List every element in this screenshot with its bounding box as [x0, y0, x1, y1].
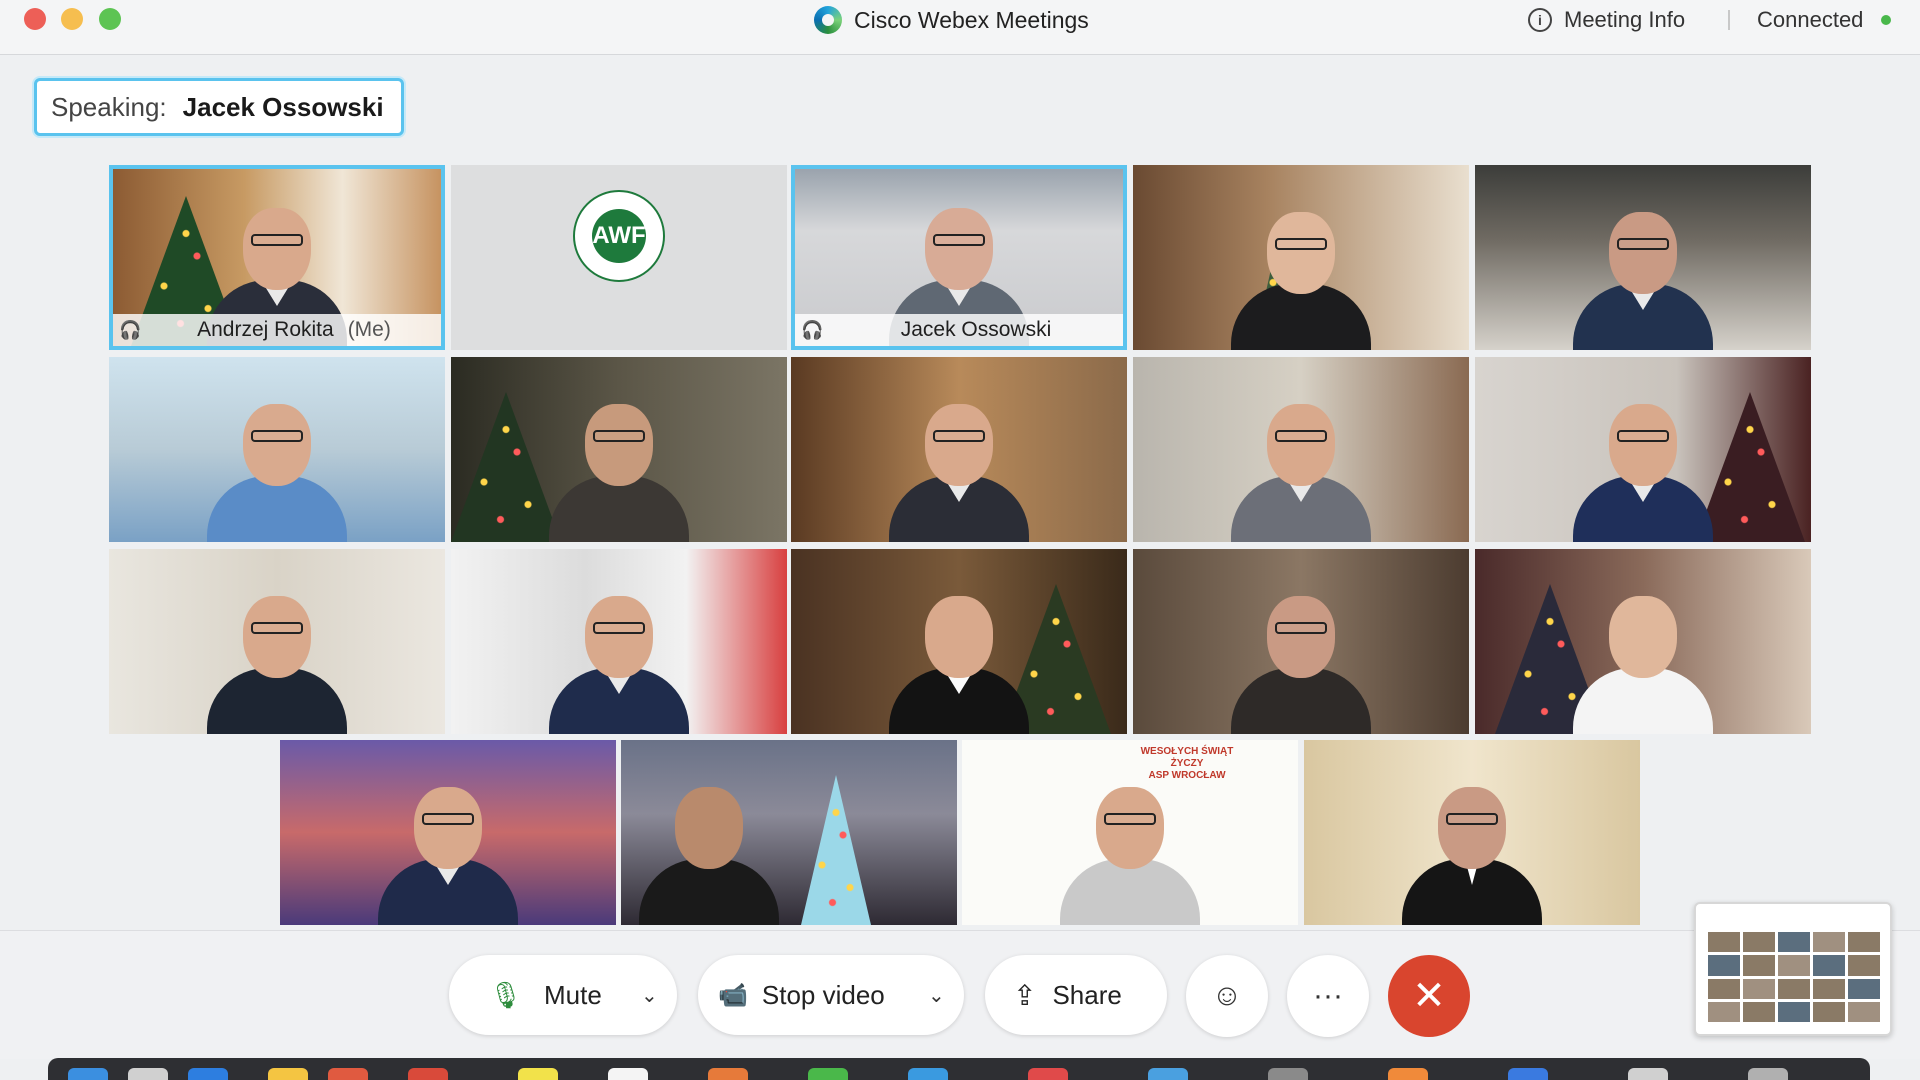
- reactions-button[interactable]: ☺: [1186, 955, 1268, 1037]
- chevron-down-icon[interactable]: ⌄: [641, 983, 658, 1008]
- dock-app-icon[interactable]: [908, 1068, 948, 1080]
- dock-app-icon[interactable]: [708, 1068, 748, 1080]
- share-button[interactable]: ⇪ Share: [985, 955, 1167, 1035]
- video-tile[interactable]: [621, 740, 957, 925]
- greeting-line-1: WESOŁYCH ŚWIĄT: [1140, 746, 1234, 757]
- stop-video-label: Stop video: [761, 979, 885, 1010]
- headset-icon: 🎧: [801, 319, 824, 340]
- greeting-line-2: ŻYCZY: [1170, 758, 1204, 769]
- window-close-button[interactable]: [24, 8, 46, 30]
- headset-icon: 🎧: [119, 319, 142, 340]
- share-upload-icon: ⇪: [1013, 979, 1037, 1011]
- dock-app-icon[interactable]: [1508, 1068, 1548, 1080]
- meeting-info-button[interactable]: i Meeting Info: [1528, 6, 1685, 34]
- meeting-control-bar: 🎙 Mute ⌄ 📹 Stop video ⌄ ⇪ Share ☺ ··· ✕: [0, 930, 1920, 1059]
- speaking-name: Jacek Ossowski: [182, 91, 384, 122]
- video-tile[interactable]: [1475, 549, 1811, 734]
- video-tile[interactable]: [791, 357, 1127, 542]
- dock-app-icon[interactable]: [128, 1068, 168, 1080]
- dock-app-icon[interactable]: [408, 1068, 448, 1080]
- more-options-button[interactable]: ···: [1287, 955, 1369, 1037]
- macos-dock: [48, 1058, 1870, 1080]
- video-tile[interactable]: [1475, 165, 1811, 350]
- video-tile[interactable]: [1133, 357, 1469, 542]
- window-minimize-button[interactable]: [61, 8, 83, 30]
- video-tile-logo[interactable]: AWF: [451, 165, 787, 350]
- share-label: Share: [1052, 979, 1122, 1010]
- close-x-icon: ✕: [1412, 974, 1446, 1018]
- mute-label: Mute: [544, 979, 602, 1010]
- end-meeting-button[interactable]: ✕: [1388, 955, 1470, 1037]
- dock-app-icon[interactable]: [1388, 1068, 1428, 1080]
- tile-name-label: 🎧 Andrzej Rokita (Me): [113, 314, 441, 346]
- video-tile[interactable]: [1133, 549, 1469, 734]
- window-maximize-button[interactable]: [99, 8, 121, 30]
- video-tile[interactable]: [1475, 357, 1811, 542]
- dock-app-icon[interactable]: [1148, 1068, 1188, 1080]
- active-speaker-banner: Speaking: Jacek Ossowski: [34, 78, 404, 136]
- speaking-prefix: Speaking:: [51, 91, 167, 122]
- dock-app-icon[interactable]: [188, 1068, 228, 1080]
- dock-app-icon[interactable]: [1748, 1068, 1788, 1080]
- dock-app-icon[interactable]: [1268, 1068, 1308, 1080]
- title-bar: Cisco Webex Meetings i Meeting Info Conn…: [0, 0, 1920, 55]
- self-view-thumbnail[interactable]: [1694, 902, 1892, 1036]
- dock-app-icon[interactable]: [1028, 1068, 1068, 1080]
- dock-app-icon[interactable]: [68, 1068, 108, 1080]
- microphone-icon: 🎙: [489, 979, 523, 1010]
- meeting-info-label: Meeting Info: [1564, 7, 1686, 32]
- video-tile-jacek-ossowski[interactable]: 🎧 Jacek Ossowski: [791, 165, 1127, 350]
- video-tile[interactable]: [451, 549, 787, 734]
- chevron-down-icon[interactable]: ⌄: [928, 983, 945, 1008]
- app-title-text: Cisco Webex Meetings: [854, 6, 1089, 33]
- video-tile[interactable]: [1304, 740, 1640, 925]
- participant-name: Andrzej Rokita: [197, 318, 334, 341]
- connection-status-dot: [1881, 15, 1892, 25]
- tile-name-label: 🎧 Jacek Ossowski: [795, 314, 1123, 346]
- dock-app-icon[interactable]: [608, 1068, 648, 1080]
- connection-status-text: Connected: [1757, 7, 1864, 32]
- app-title: Cisco Webex Meetings: [814, 6, 1089, 34]
- video-tile[interactable]: [109, 549, 445, 734]
- dock-app-icon[interactable]: [518, 1068, 558, 1080]
- video-tile-andrzej-rokita[interactable]: 🎧 Andrzej Rokita (Me): [109, 165, 445, 350]
- university-logo: AWF: [573, 190, 665, 282]
- more-dots-icon: ···: [1313, 979, 1343, 1012]
- info-icon: i: [1528, 8, 1552, 32]
- video-tile[interactable]: [280, 740, 616, 925]
- dock-app-icon[interactable]: [808, 1068, 848, 1080]
- video-tile[interactable]: [451, 357, 787, 542]
- video-tile[interactable]: [109, 357, 445, 542]
- stop-video-button[interactable]: 📹 Stop video ⌄: [698, 955, 964, 1035]
- participant-name: Jacek Ossowski: [900, 318, 1052, 341]
- video-tile[interactable]: [1133, 165, 1469, 350]
- title-divider: [1728, 10, 1730, 30]
- video-tile-greeting[interactable]: WESOŁYCH ŚWIĄT ŻYCZY ASP WROCŁAW: [962, 740, 1298, 925]
- video-camera-icon: 📹: [718, 981, 748, 1009]
- webex-logo-icon: [814, 6, 842, 34]
- dock-app-icon[interactable]: [328, 1068, 368, 1080]
- smiley-reactions-icon: ☺: [1211, 979, 1243, 1012]
- dock-app-icon[interactable]: [268, 1068, 308, 1080]
- mini-grid-preview: [1708, 932, 1880, 1022]
- video-tile[interactable]: [791, 549, 1127, 734]
- mute-button[interactable]: 🎙 Mute ⌄: [449, 955, 677, 1035]
- participant-me-suffix: (Me): [347, 318, 391, 341]
- connection-status: Connected: [1757, 6, 1892, 34]
- dock-app-icon[interactable]: [1628, 1068, 1668, 1080]
